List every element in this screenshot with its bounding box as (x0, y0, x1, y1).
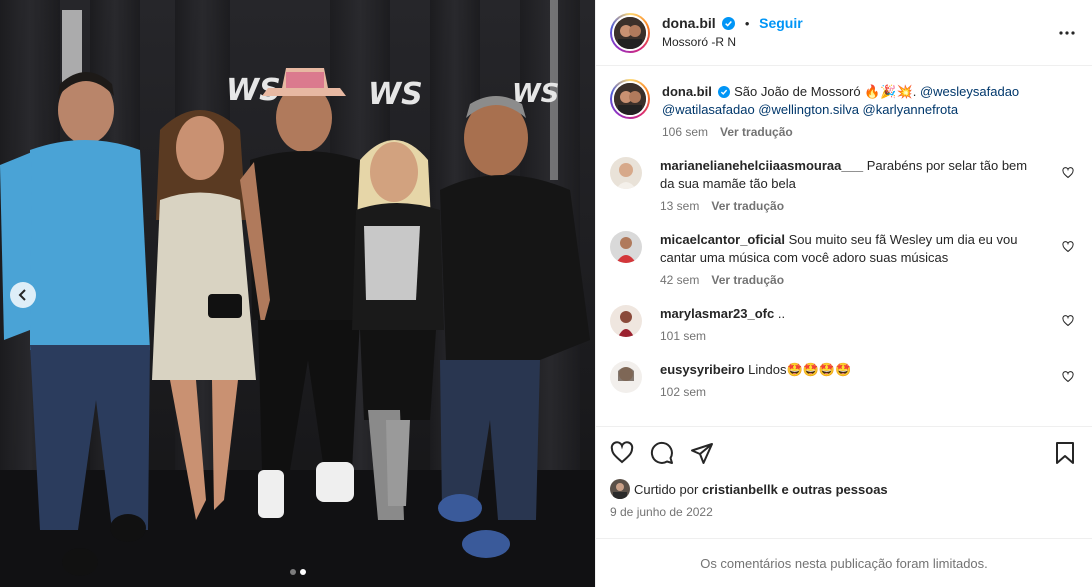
heart-icon (610, 441, 634, 464)
comment-username[interactable]: micaelcantor_oficial (660, 232, 785, 247)
translate-link[interactable]: Ver tradução (720, 125, 793, 139)
carousel-dot[interactable] (289, 569, 296, 575)
post-sidebar: dona.bil • Seguir Mossoró -R N dona.bil … (595, 0, 1092, 587)
comment-icon (650, 441, 673, 464)
verified-badge-icon (722, 17, 736, 30)
avatar-photo (614, 83, 646, 115)
post-header: dona.bil • Seguir Mossoró -R N (596, 0, 1092, 66)
avatar-photo (610, 157, 642, 189)
share-button[interactable] (690, 441, 714, 465)
post-photo[interactable]: WS WS WS (0, 0, 595, 587)
comment-username[interactable]: marianelianehelciiaasmouraa___ (660, 158, 863, 173)
comment-item: marianelianehelciiaasmouraa___ Parabéns … (610, 157, 1076, 215)
verified-badge-icon (718, 86, 731, 98)
avatar-photo (610, 305, 642, 337)
send-icon (691, 443, 713, 464)
caption-time[interactable]: 106 sem (662, 125, 708, 139)
comment-item: marylasmar23_ofc .. 101 sem (610, 305, 1076, 345)
chevron-left-icon (18, 289, 26, 301)
caption-mention[interactable]: @wesleysafadao (920, 84, 1019, 99)
caption-avatar[interactable] (610, 79, 650, 119)
comment-text: .. (777, 306, 786, 321)
comment-button[interactable] (650, 441, 674, 465)
caption: dona.bil São João de Mossoró 🔥🎉💥. @wesle… (610, 79, 1076, 141)
comment-item: micaelcantor_oficial Sou muito seu fã We… (610, 231, 1076, 289)
caption-text: São João de Mossoró 🔥🎉💥. (734, 84, 917, 99)
comments-limited-notice: Os comentários nesta publicação foram li… (596, 538, 1092, 587)
post-actions: Curtido por cristianbellk e outras pesso… (596, 426, 1092, 538)
save-button[interactable] (1054, 441, 1076, 465)
carousel-prev-button[interactable] (10, 282, 36, 308)
comment-text: Lindos🤩🤩🤩🤩 (748, 362, 852, 377)
commenter-avatar[interactable] (610, 157, 642, 189)
like-comment-icon[interactable] (1062, 167, 1074, 179)
comments-list[interactable]: dona.bil São João de Mossoró 🔥🎉💥. @wesle… (596, 67, 1092, 426)
author-avatar[interactable] (610, 12, 650, 53)
comment-item: eusysyribeiro Lindos🤩🤩🤩🤩 102 sem (610, 361, 1076, 401)
bookmark-icon (1056, 442, 1074, 464)
like-button[interactable] (610, 441, 634, 465)
post-location[interactable]: Mossoró -R N (662, 33, 803, 51)
carousel-dot-active[interactable] (299, 569, 306, 575)
photo-scene: WS WS WS (0, 0, 595, 587)
comment-time[interactable]: 13 sem (660, 199, 699, 213)
comment-username[interactable]: eusysyribeiro (660, 362, 745, 377)
comment-time[interactable]: 101 sem (660, 329, 706, 343)
comment-username[interactable]: marylasmar23_ofc (660, 306, 774, 321)
separator-dot: • (744, 16, 750, 31)
liker-avatar[interactable] (610, 479, 630, 499)
avatar-photo (610, 479, 630, 499)
comment-time[interactable]: 42 sem (660, 273, 699, 287)
likes-user[interactable]: cristianbellk (702, 482, 778, 497)
follow-button[interactable]: Seguir (759, 15, 803, 31)
commenter-avatar[interactable] (610, 305, 642, 337)
like-comment-icon[interactable] (1062, 371, 1074, 383)
likes-summary[interactable]: Curtido por cristianbellk e outras pesso… (610, 479, 1076, 499)
comment-time[interactable]: 102 sem (660, 385, 706, 399)
avatar-photo (610, 361, 642, 393)
likes-others[interactable]: e outras pessoas (781, 482, 887, 497)
more-horizontal-icon[interactable] (1058, 24, 1076, 42)
like-comment-icon[interactable] (1062, 241, 1074, 253)
avatar-photo (614, 16, 646, 49)
caption-username[interactable]: dona.bil (662, 84, 712, 99)
post-date[interactable]: 9 de junho de 2022 (610, 505, 1076, 519)
translate-link[interactable]: Ver tradução (711, 273, 784, 287)
carousel-indicator (289, 569, 306, 575)
avatar-photo (610, 231, 642, 263)
commenter-avatar[interactable] (610, 231, 642, 263)
author-username[interactable]: dona.bil (662, 15, 716, 31)
translate-link[interactable]: Ver tradução (711, 199, 784, 213)
svg-text:WS: WS (368, 77, 423, 112)
caption-mentions[interactable]: @watilasafadao @wellington.silva @karlya… (662, 102, 958, 117)
commenter-avatar[interactable] (610, 361, 642, 393)
like-comment-icon[interactable] (1062, 315, 1074, 327)
likes-prefix: Curtido por (634, 481, 699, 497)
